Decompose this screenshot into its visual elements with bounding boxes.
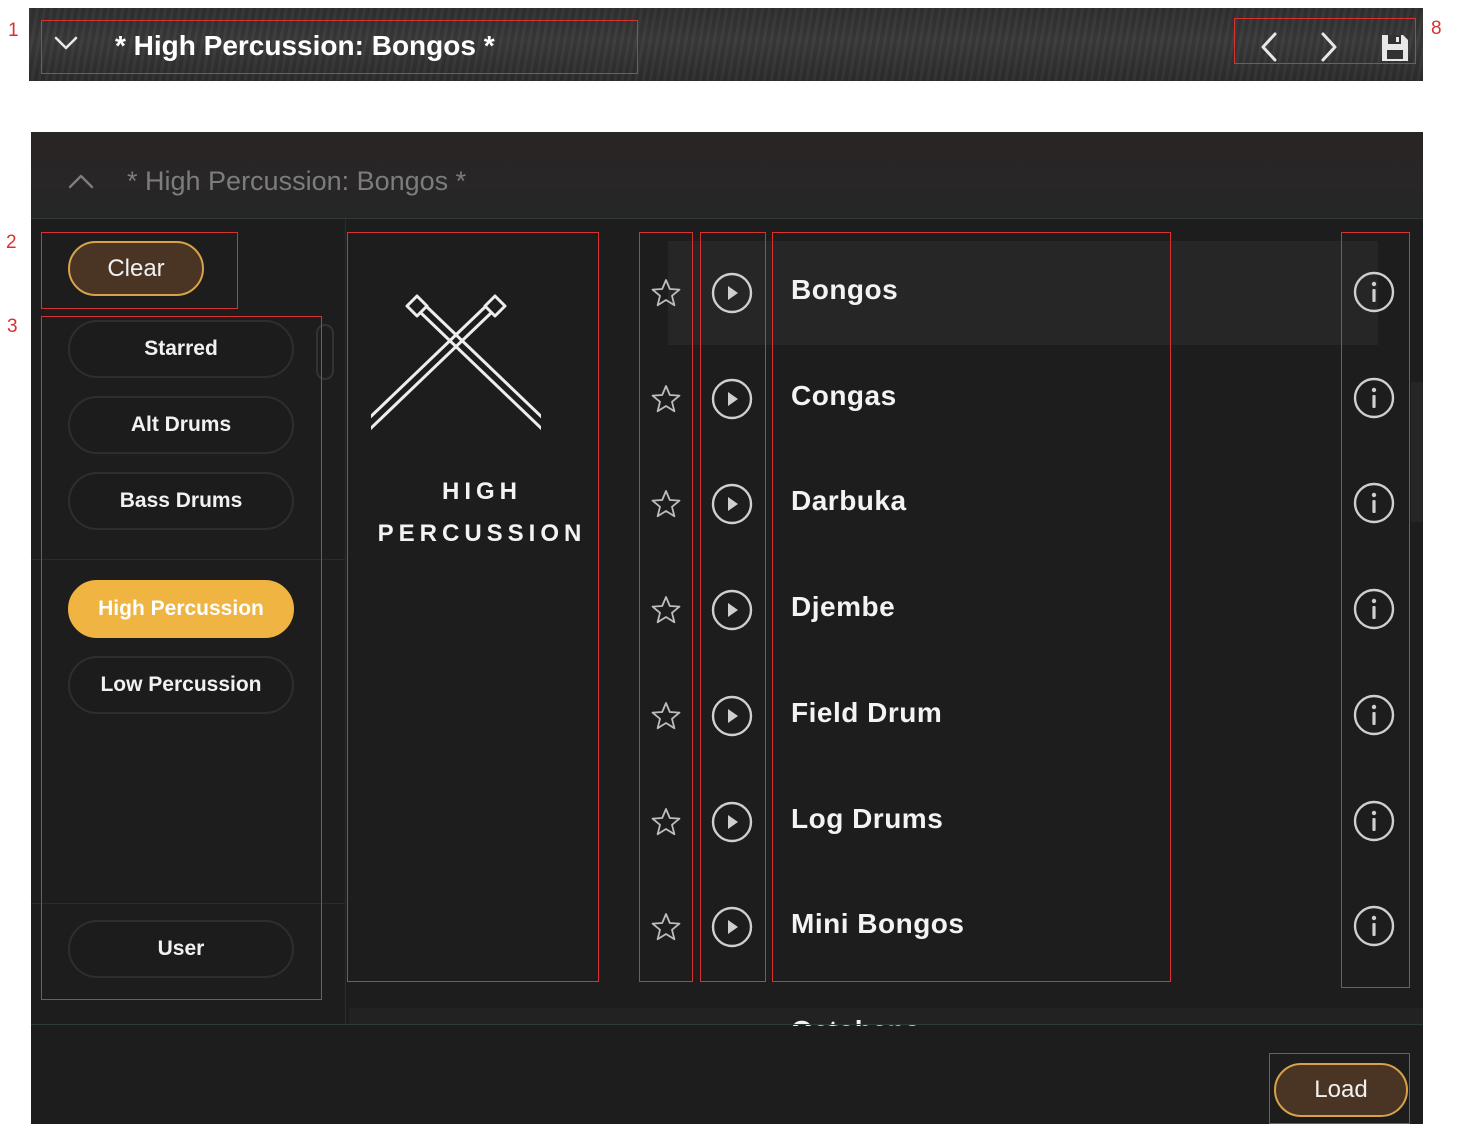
drumsticks-icon bbox=[361, 282, 551, 437]
preset-name[interactable]: Darbuka bbox=[791, 485, 907, 517]
info-icon[interactable] bbox=[1353, 271, 1395, 318]
callout-1: 1 bbox=[8, 20, 19, 41]
preset-name[interactable]: Field Drum bbox=[791, 697, 942, 729]
star-icon[interactable] bbox=[651, 278, 681, 313]
callout-2: 2 bbox=[6, 232, 17, 253]
star-icon[interactable] bbox=[651, 912, 681, 947]
play-icon[interactable] bbox=[711, 483, 753, 530]
clear-button[interactable]: Clear bbox=[68, 241, 204, 296]
preset-name[interactable]: Congas bbox=[791, 380, 897, 412]
category-high-percussion[interactable]: High Percussion bbox=[68, 580, 294, 638]
preset-bar: * High Percussion: Bongos * bbox=[29, 8, 1423, 81]
info-icon[interactable] bbox=[1353, 905, 1395, 952]
info-icon[interactable] bbox=[1353, 588, 1395, 635]
play-icon[interactable] bbox=[711, 906, 753, 953]
preset-browser-panel: * High Percussion: Bongos * Clear Starre… bbox=[31, 132, 1423, 1124]
star-icon[interactable] bbox=[651, 595, 681, 630]
category-starred[interactable]: Starred bbox=[68, 320, 294, 378]
callout-3: 3 bbox=[7, 316, 18, 337]
play-icon[interactable] bbox=[711, 801, 753, 848]
category-bass-drums[interactable]: Bass Drums bbox=[68, 472, 294, 530]
play-icon[interactable] bbox=[711, 589, 753, 636]
load-button[interactable]: Load bbox=[1274, 1063, 1408, 1117]
category-scrollbar[interactable] bbox=[316, 324, 334, 380]
chevron-down-icon[interactable] bbox=[53, 34, 79, 57]
info-icon[interactable] bbox=[1353, 377, 1395, 424]
play-icon[interactable] bbox=[711, 378, 753, 425]
category-separator bbox=[31, 903, 345, 904]
preset-name[interactable]: Bongos bbox=[791, 274, 898, 306]
star-icon[interactable] bbox=[651, 701, 681, 736]
save-icon[interactable] bbox=[1379, 32, 1411, 69]
browser-header: * High Percussion: Bongos * bbox=[31, 132, 1423, 219]
info-icon[interactable] bbox=[1353, 482, 1395, 529]
category-art-label-line2: PERCUSSION bbox=[377, 520, 587, 547]
star-icon[interactable] bbox=[651, 489, 681, 524]
preset-title[interactable]: * High Percussion: Bongos * bbox=[115, 30, 495, 62]
chevron-right-icon[interactable] bbox=[1317, 30, 1341, 69]
category-art-label-line1: HIGH bbox=[442, 478, 522, 505]
info-icon[interactable] bbox=[1353, 694, 1395, 741]
star-icon[interactable] bbox=[651, 384, 681, 419]
chevron-up-icon[interactable] bbox=[67, 172, 95, 195]
list-scrollbar-track[interactable] bbox=[1411, 382, 1423, 522]
category-user[interactable]: User bbox=[68, 920, 294, 978]
play-icon[interactable] bbox=[711, 695, 753, 742]
star-icon[interactable] bbox=[651, 807, 681, 842]
category-column-divider bbox=[345, 219, 346, 1024]
category-separator bbox=[31, 559, 345, 560]
chevron-left-icon[interactable] bbox=[1257, 30, 1281, 69]
play-icon[interactable] bbox=[711, 272, 753, 319]
preset-name[interactable]: Djembe bbox=[791, 591, 895, 623]
preset-name[interactable]: Log Drums bbox=[791, 803, 943, 835]
callout-8: 8 bbox=[1431, 18, 1442, 39]
info-icon[interactable] bbox=[1353, 800, 1395, 847]
category-low-percussion[interactable]: Low Percussion bbox=[68, 656, 294, 714]
preset-name[interactable]: Mini Bongos bbox=[791, 908, 964, 940]
selected-row-highlight bbox=[668, 241, 1378, 345]
category-alt-drums[interactable]: Alt Drums bbox=[68, 396, 294, 454]
browser-header-title: * High Percussion: Bongos * bbox=[127, 166, 467, 196]
footer-divider bbox=[31, 1024, 1423, 1025]
